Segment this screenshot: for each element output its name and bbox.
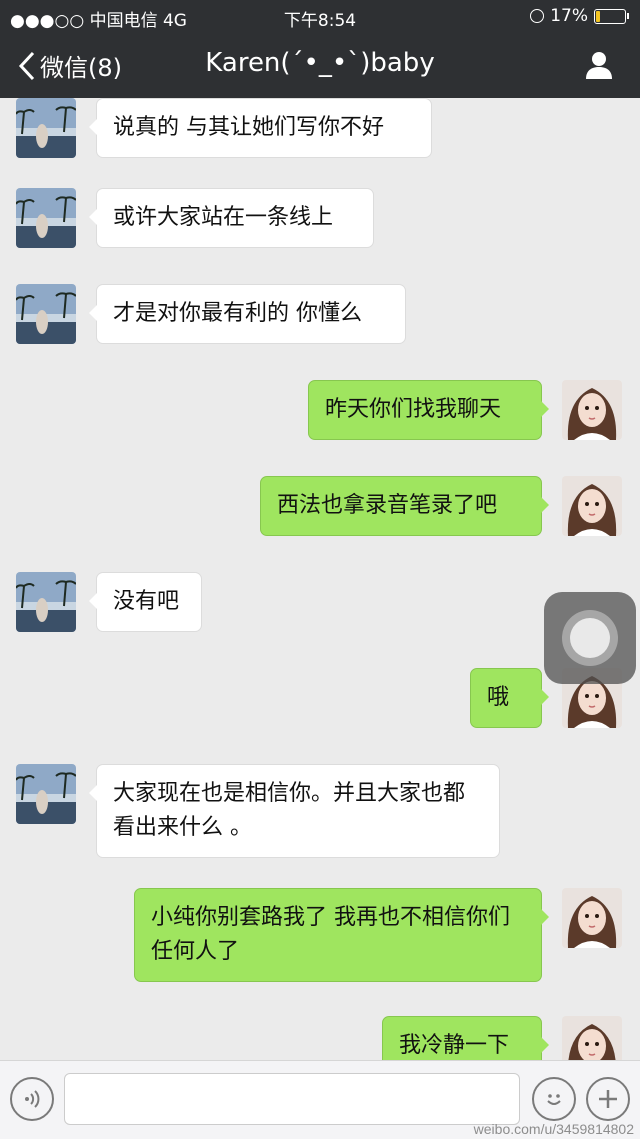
contact-avatar[interactable] (16, 764, 76, 824)
contact-avatar[interactable] (16, 572, 76, 632)
incoming-message[interactable]: 说真的 与其让她们写你不好 (89, 98, 432, 158)
incoming-message[interactable]: 没有吧 (89, 572, 202, 632)
contact-avatar[interactable] (16, 284, 76, 344)
contact-avatar[interactable] (16, 98, 76, 158)
input-bar: weibo.com/u/3459814802 (0, 1060, 640, 1139)
outgoing-message[interactable]: 西法也拿录音笔录了吧 (260, 476, 549, 536)
outgoing-message[interactable]: 哦 (470, 668, 549, 728)
status-right: 17% (530, 6, 629, 26)
emoji-button[interactable] (532, 1077, 576, 1121)
my-avatar[interactable] (562, 888, 622, 948)
incoming-message[interactable]: 或许大家站在一条线上 (89, 188, 374, 248)
incoming-message[interactable]: 大家现在也是相信你。并且大家也都看出来什么 。 (89, 764, 500, 858)
plus-icon (599, 1090, 617, 1108)
contact-avatar[interactable] (16, 188, 76, 248)
watermark: weibo.com/u/3459814802 (473, 1121, 634, 1137)
my-avatar[interactable] (562, 476, 622, 536)
person-icon[interactable] (584, 50, 614, 80)
orientation-lock-icon (530, 9, 545, 23)
assistive-touch-button[interactable] (544, 592, 636, 684)
my-avatar[interactable] (562, 380, 622, 440)
plus-button[interactable] (586, 1077, 630, 1121)
emoji-icon (547, 1094, 561, 1105)
incoming-message[interactable]: 才是对你最有利的 你懂么 (89, 284, 406, 344)
outgoing-message[interactable]: 昨天你们找我聊天 (308, 380, 549, 440)
status-bar: ●●●○○ 中国电信 4G 下午8:54 17% (0, 0, 640, 34)
nav-bar: 微信(8) Karen(´•_•`)baby (0, 34, 640, 98)
voice-button[interactable] (10, 1077, 54, 1121)
battery-icon (594, 8, 629, 24)
message-input[interactable] (64, 1073, 520, 1125)
outgoing-message[interactable]: 我冷静一下 (382, 1016, 549, 1060)
message-list[interactable]: 说真的 与其让她们写你不好 或许大家站在一条线上 才是对你最有利的 你懂么昨天你们找… (0, 98, 640, 1060)
chat-title: Karen(´•_•`)baby (205, 48, 435, 78)
voice-icon (25, 1090, 40, 1108)
battery-percent: 17% (550, 6, 588, 26)
outgoing-message[interactable]: 小纯你别套路我了 我再也不相信你们任何人了 (134, 888, 549, 982)
my-avatar[interactable] (562, 1016, 622, 1060)
